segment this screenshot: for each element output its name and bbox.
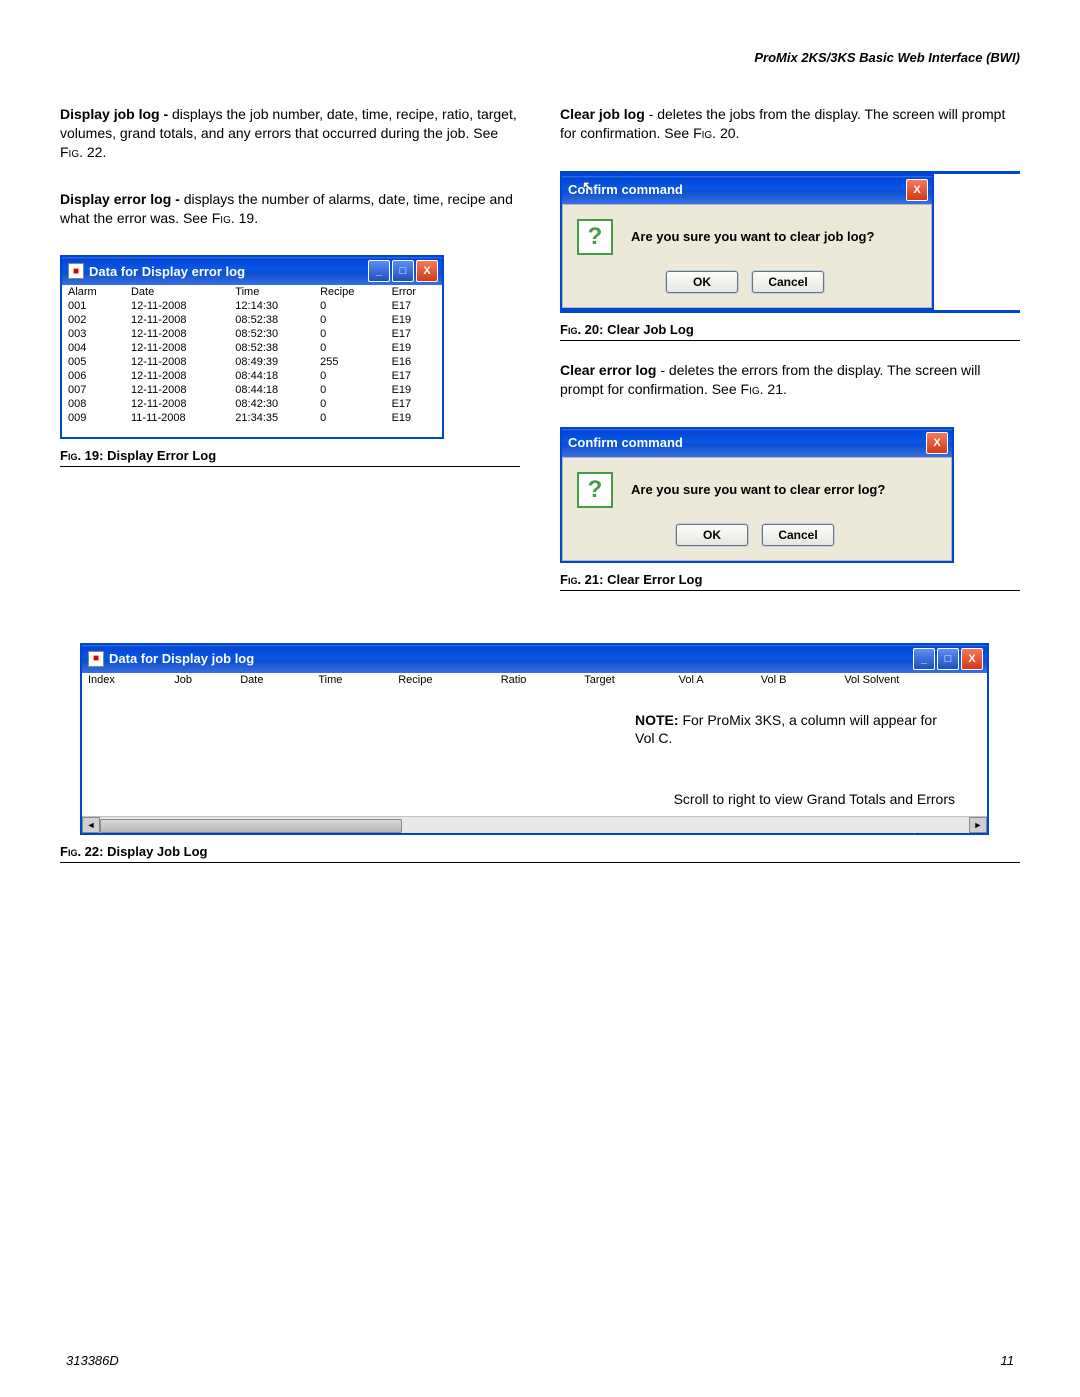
table-row[interactable]: 00212-11-200808:52:380E19 (62, 313, 442, 327)
ok-button[interactable]: OK (666, 271, 738, 293)
window-titlebar[interactable]: ■ Data for Display job log _ □ X (82, 645, 987, 673)
column-header: Time (229, 285, 314, 299)
window-titlebar[interactable]: Confirm command X (562, 429, 952, 457)
confirm-clear-job-dialog: Confirm command ↖ X ? Are you sure you w… (560, 174, 934, 310)
confirm-clear-error-dialog: Confirm command X ? Are you sure you wan… (560, 427, 954, 563)
window-title: Data for Display job log (109, 651, 254, 666)
window-titlebar[interactable]: ■ Data for Display error log _ □ X (62, 257, 442, 285)
close-button[interactable]: X (961, 648, 983, 670)
window-title: Confirm command (568, 182, 683, 197)
scroll-thumb[interactable] (100, 819, 402, 833)
scroll-right-note: Scroll to right to view Grand Totals and… (674, 791, 955, 807)
clear-error-log-desc: Clear error log - deletes the errors fro… (560, 361, 1020, 399)
column-header: Vol A (673, 673, 755, 687)
table-row[interactable]: 00712-11-200808:44:180E19 (62, 383, 442, 397)
display-job-log-desc: Display job log - displays the job numbe… (60, 105, 520, 162)
page-footer: 313386D 11 (60, 1353, 1020, 1368)
app-icon: ■ (88, 651, 104, 667)
table-row[interactable]: 00911-11-200821:34:350E19 (62, 411, 442, 425)
cancel-button[interactable]: Cancel (762, 524, 834, 546)
column-header: Time (312, 673, 392, 687)
scroll-right-button[interactable]: ► (969, 817, 987, 833)
table-row[interactable]: 00612-11-200808:44:180E17 (62, 369, 442, 383)
table-row[interactable]: 00512-11-200808:49:39255E16 (62, 355, 442, 369)
clear-job-log-desc: Clear job log - deletes the jobs from th… (560, 105, 1020, 143)
question-icon: ? (577, 219, 613, 255)
column-header: Vol B (755, 673, 839, 687)
page-header: ProMix 2KS/3KS Basic Web Interface (BWI) (60, 50, 1020, 65)
minimize-button[interactable]: _ (368, 260, 390, 282)
table-row[interactable]: 00312-11-200808:52:300E17 (62, 327, 442, 341)
error-log-window: ■ Data for Display error log _ □ X Alarm… (60, 255, 444, 439)
bold-term: Clear job log (560, 106, 649, 122)
job-log-table: IndexJobDateTimeRecipeRatioTargetVol AVo… (82, 673, 987, 687)
job-log-window: ■ Data for Display job log _ □ X IndexJo… (80, 643, 989, 835)
column-header: Index (82, 673, 168, 687)
ok-button[interactable]: OK (676, 524, 748, 546)
table-row[interactable]: 00412-11-200808:52:380E19 (62, 341, 442, 355)
column-header: Date (234, 673, 312, 687)
column-header: Target (578, 673, 672, 687)
window-title: Confirm command (568, 435, 683, 450)
horizontal-scrollbar[interactable]: ◄ ► (82, 816, 987, 833)
figure-22-caption: Fig. 22: Display Job Log (60, 841, 1020, 863)
close-button[interactable]: X (926, 432, 948, 454)
app-icon: ■ (68, 263, 84, 279)
question-icon: ? (577, 472, 613, 508)
vol-c-note: NOTE: For ProMix 3KS, a column will appe… (635, 711, 955, 749)
figure-20-caption: Fig. 20: Clear Job Log (560, 319, 1020, 341)
maximize-button[interactable]: □ (937, 648, 959, 670)
column-header: Date (125, 285, 229, 299)
column-header: Job (168, 673, 234, 687)
table-row[interactable]: 00112-11-200812:14:300E17 (62, 299, 442, 313)
close-button[interactable]: X (906, 179, 928, 201)
table-row[interactable]: 00812-11-200808:42:300E17 (62, 397, 442, 411)
display-error-log-desc: Display error log - displays the number … (60, 190, 520, 228)
figure-21-caption: Fig. 21: Clear Error Log (560, 569, 1020, 591)
error-log-table: AlarmDateTimeRecipeError 00112-11-200812… (62, 285, 442, 425)
column-header: Recipe (392, 673, 495, 687)
bold-term: Display error log - (60, 191, 184, 207)
bold-term: Clear error log (560, 362, 660, 378)
scroll-left-button[interactable]: ◄ (82, 817, 100, 833)
doc-number: 313386D (66, 1353, 119, 1368)
scroll-track[interactable] (100, 818, 969, 832)
bold-term: Display job log - (60, 106, 172, 122)
dialog-message: Are you sure you want to clear job log? (631, 229, 874, 244)
page-number: 11 (1001, 1353, 1015, 1368)
window-titlebar[interactable]: Confirm command ↖ X (562, 176, 932, 204)
close-button[interactable]: X (416, 260, 438, 282)
column-header: Alarm (62, 285, 125, 299)
column-header: Ratio (495, 673, 579, 687)
figure-19-caption: Fig. 19: Display Error Log (60, 445, 520, 467)
cancel-button[interactable]: Cancel (752, 271, 824, 293)
window-title: Data for Display error log (89, 264, 245, 279)
column-header: Recipe (314, 285, 386, 299)
dialog-message: Are you sure you want to clear error log… (631, 482, 885, 497)
column-header: Error (386, 285, 442, 299)
column-header: Vol Solvent (838, 673, 987, 687)
minimize-button[interactable]: _ (913, 648, 935, 670)
maximize-button[interactable]: □ (392, 260, 414, 282)
